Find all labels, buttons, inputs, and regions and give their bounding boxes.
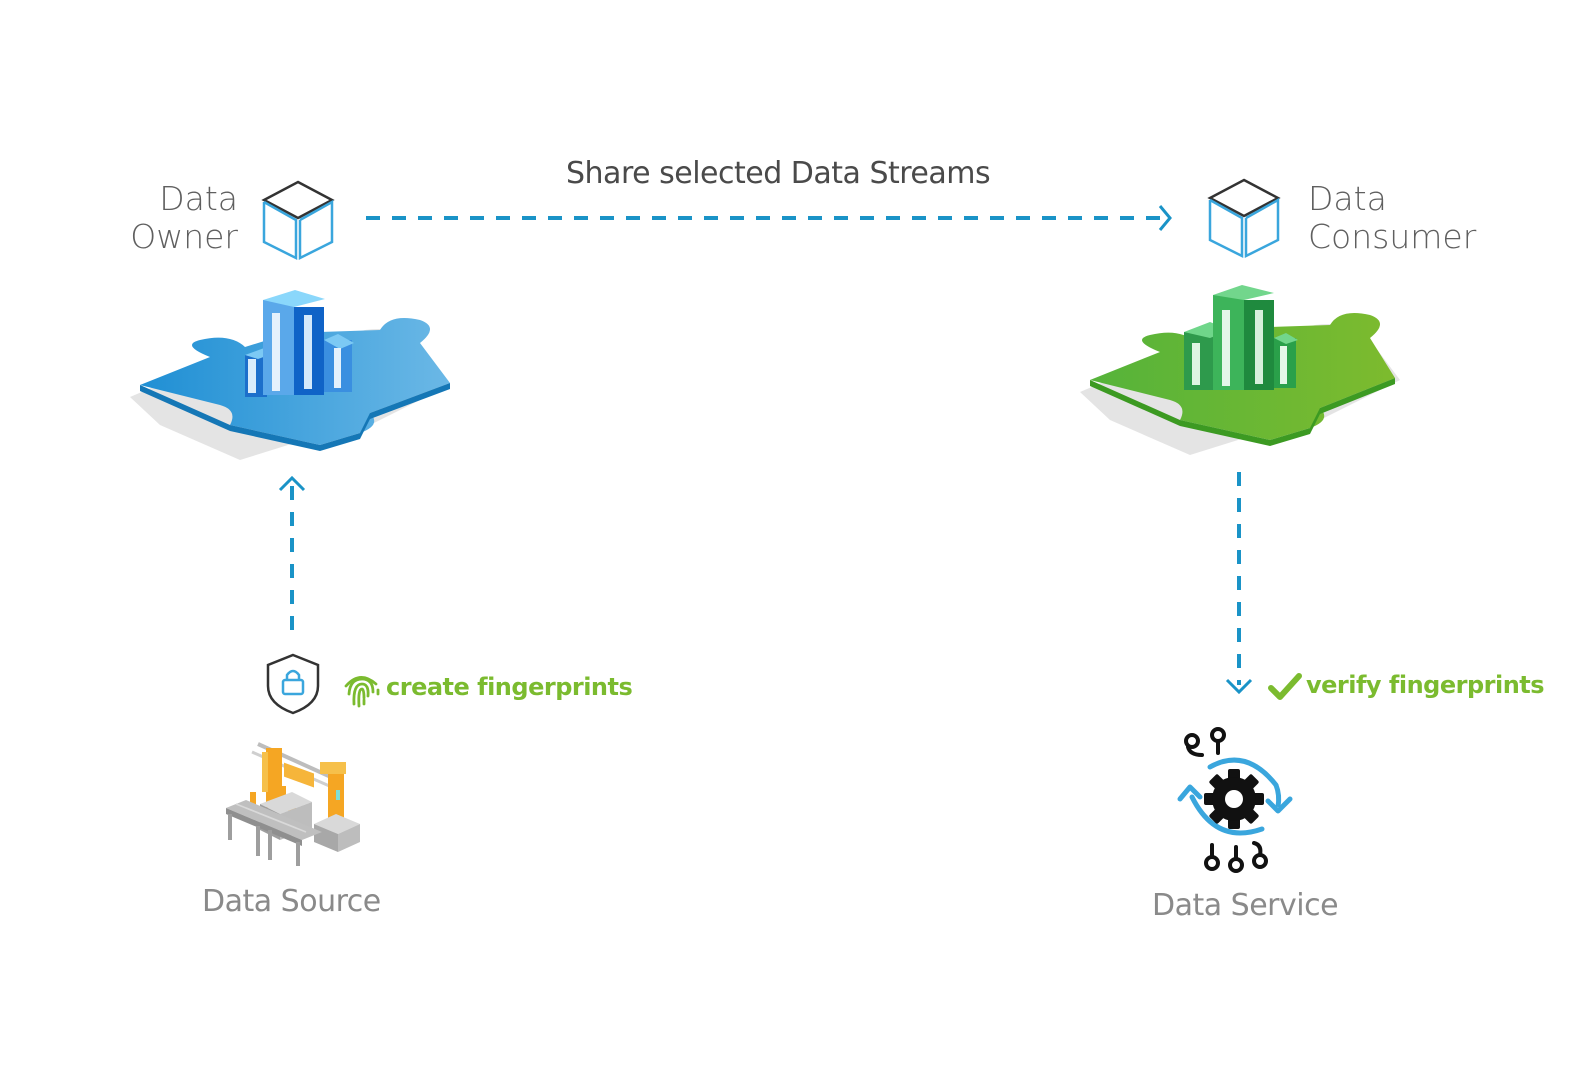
source-to-owner-arrow	[278, 475, 306, 635]
data-source-label: Data Source	[202, 884, 381, 919]
consumer-platform-icon	[1080, 285, 1400, 455]
share-arrow	[366, 205, 1172, 231]
shield-lock-icon	[266, 653, 320, 715]
factory-robot-arm-icon	[226, 742, 360, 866]
owner-label-line2: Owner	[130, 217, 238, 256]
create-fingerprints-label: create fingerprints	[386, 673, 633, 701]
owner-label-line1: Data	[159, 179, 238, 218]
consumer-to-service-arrow	[1225, 472, 1253, 695]
data-service-label: Data Service	[1152, 888, 1339, 923]
cube-icon	[1207, 178, 1281, 259]
data-owner-label: Data Owner	[120, 180, 238, 256]
verify-fingerprints-label: verify fingerprints	[1306, 671, 1545, 699]
consumer-label-line2: Consumer	[1308, 217, 1477, 256]
cube-icon	[261, 180, 335, 261]
fingerprint-icon	[344, 676, 380, 708]
checkmark-icon	[1268, 673, 1302, 700]
gear-cycle-icon	[1177, 727, 1293, 873]
share-streams-label: Share selected Data Streams	[566, 156, 991, 191]
owner-platform-icon	[130, 290, 450, 460]
consumer-label-line1: Data	[1308, 179, 1387, 218]
data-consumer-label: Data Consumer	[1308, 180, 1476, 256]
